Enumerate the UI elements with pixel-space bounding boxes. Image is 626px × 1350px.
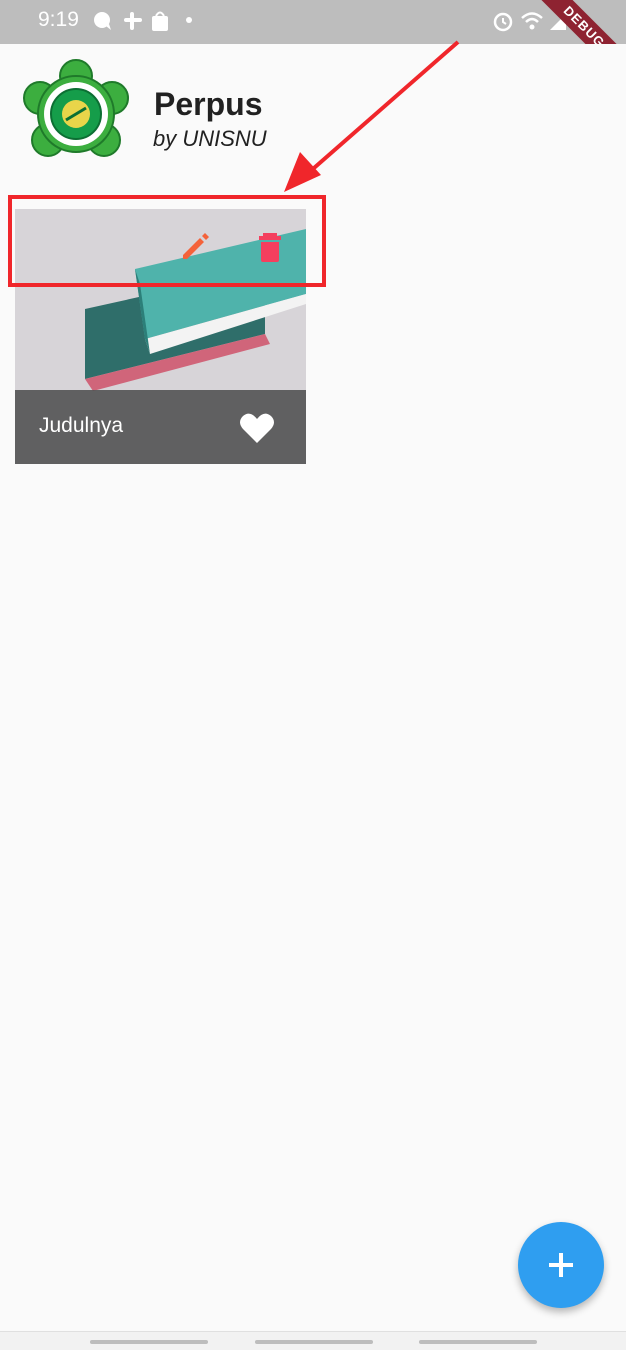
alarm-icon	[493, 12, 513, 32]
app-subtitle: by UNISNU	[153, 126, 267, 151]
app-title: Perpus	[154, 86, 263, 122]
dot-icon	[186, 17, 192, 23]
book-title: Judulnya	[39, 414, 124, 437]
status-bar: 9:19 DEBUG	[0, 0, 626, 44]
nav-back-pill[interactable]	[90, 1340, 208, 1344]
favorite-button[interactable]	[237, 408, 277, 448]
annotation-highlight-box	[8, 195, 326, 287]
shop-bag-icon	[152, 11, 168, 31]
slack-icon	[124, 12, 142, 30]
card-footer: Judulnya	[15, 390, 306, 464]
chat-bubble-icon	[94, 12, 111, 30]
nav-recents-pill[interactable]	[419, 1340, 537, 1344]
nav-home-pill[interactable]	[255, 1340, 373, 1344]
heart-icon	[240, 413, 274, 443]
wifi-icon	[521, 12, 543, 30]
add-book-button[interactable]	[518, 1222, 604, 1308]
status-time: 9:19	[38, 8, 79, 31]
navigation-bar	[0, 1331, 626, 1350]
plus-icon	[549, 1253, 573, 1277]
unisnu-logo-icon	[23, 59, 129, 157]
